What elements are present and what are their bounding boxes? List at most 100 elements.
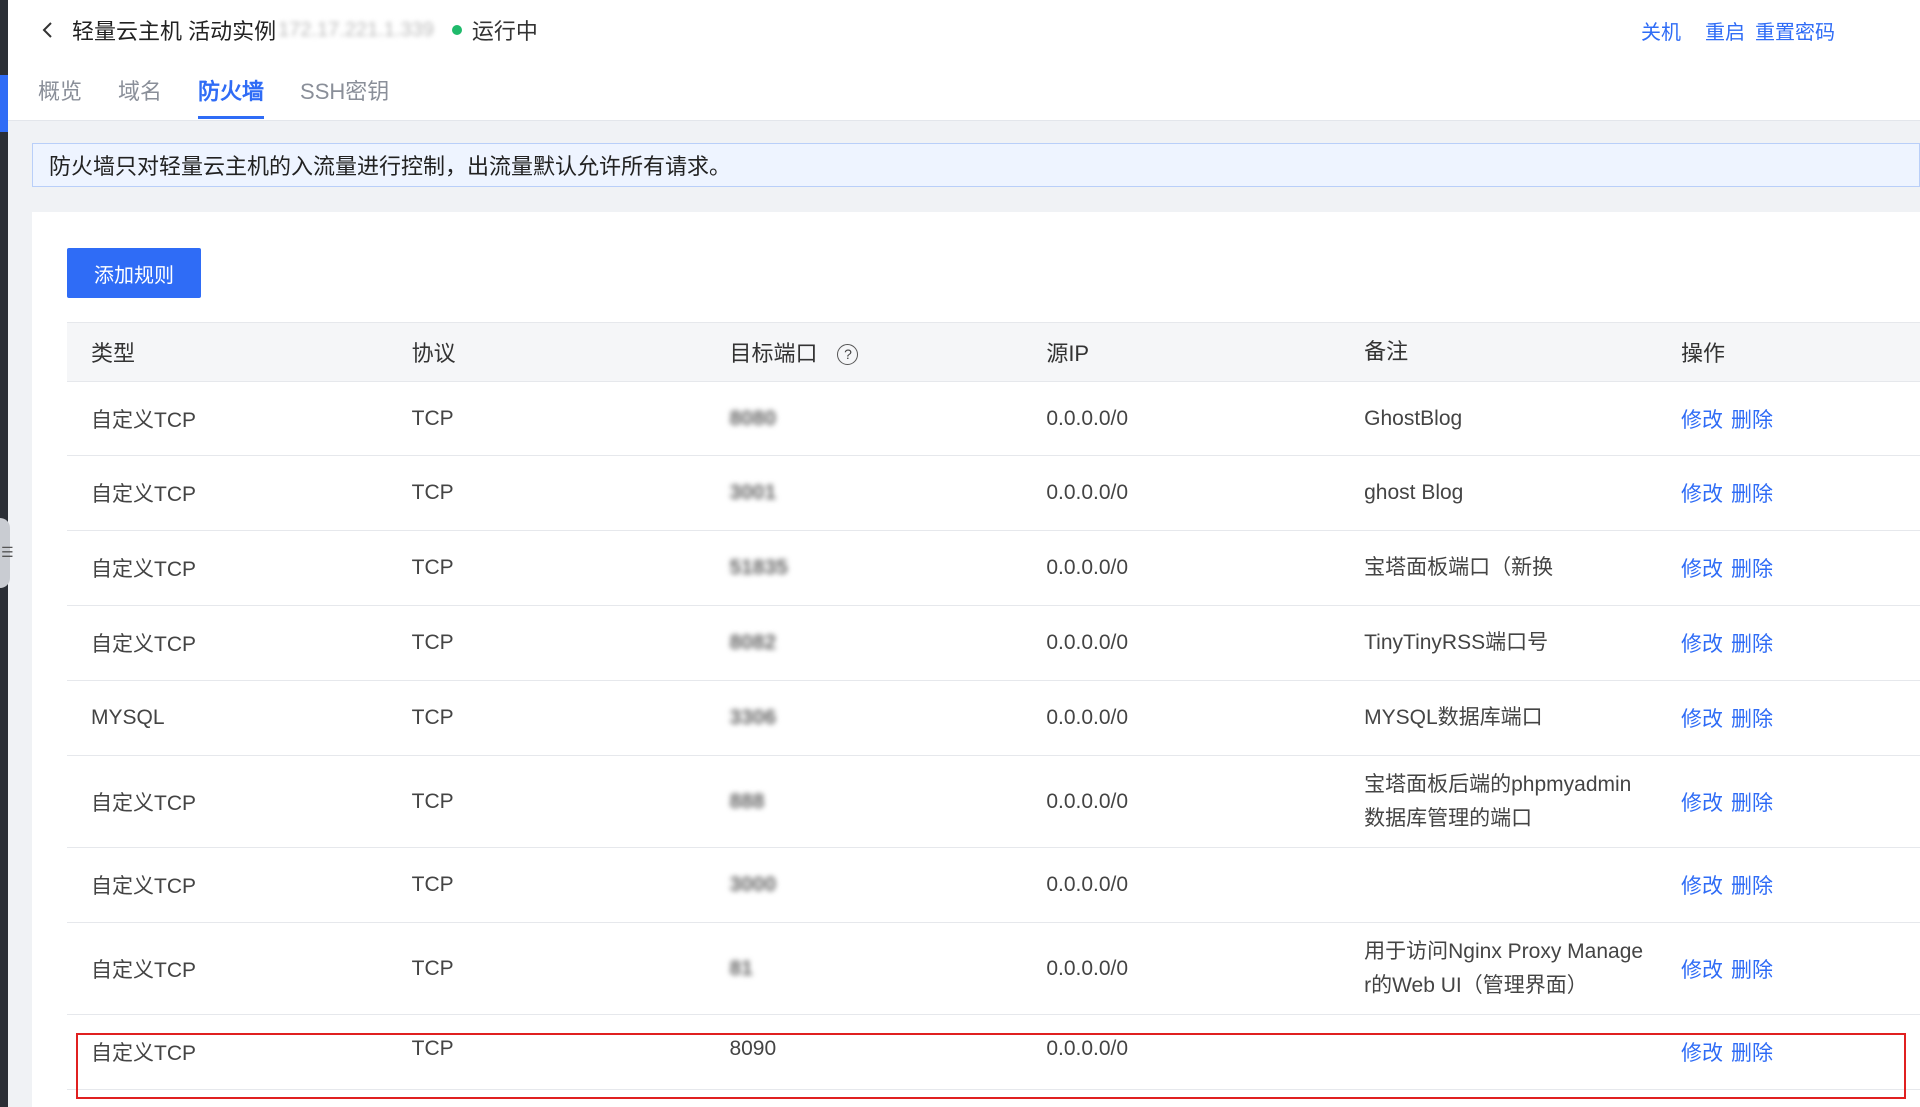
- cell-port: 3306: [705, 706, 1022, 730]
- cell-port: 3001: [705, 481, 1022, 505]
- delete-rule-button[interactable]: 删除: [1731, 558, 1773, 581]
- table-row: 自定义TCP TCP 888 0.0.0.0/0 宝塔面板后端的phpmyadmin 数据…: [67, 756, 1920, 848]
- cell-source: 0.0.0.0/0: [1046, 406, 1129, 430]
- cell-source: 0.0.0.0/0: [1046, 873, 1129, 896]
- table-row: 自定义TCP TCP 8080 0.0.0.0/0 GhostBlog 修改 删除: [67, 382, 1920, 456]
- table-row: 自定义TCP TCP 3001 0.0.0.0/0 ghost Blog 修改 删除: [67, 456, 1920, 531]
- edit-rule-button[interactable]: 修改: [1681, 708, 1723, 731]
- cell-actions: 修改 删除: [1657, 954, 1920, 984]
- cell-note: GhostBlog: [1340, 402, 1657, 436]
- delete-rule-button[interactable]: 删除: [1731, 875, 1773, 898]
- help-icon[interactable]: ?: [837, 344, 859, 365]
- status-text: 运行中: [471, 19, 538, 44]
- edit-rule-button[interactable]: 修改: [1681, 875, 1723, 898]
- cell-port: 8090: [705, 1037, 1022, 1061]
- sidebar-collapse-handle[interactable]: ☰: [0, 518, 14, 588]
- edit-rule-button[interactable]: 修改: [1681, 792, 1723, 815]
- cell-note: 宝塔面板后端的phpmyadmin 数据库管理的端口: [1340, 768, 1657, 836]
- cell-protocol: TCP: [411, 481, 454, 504]
- cell-port: 8080: [705, 407, 1022, 431]
- cell-type: 自定义TCP: [91, 558, 196, 581]
- cell-source: 0.0.0.0/0: [1046, 556, 1129, 579]
- cell-port: 888: [705, 790, 1022, 814]
- column-header-type: 类型: [91, 341, 136, 366]
- table-row: 自定义TCP TCP 8082 0.0.0.0/0 TinyTinyRSS端口号 修改 删除: [67, 606, 1920, 681]
- cell-protocol: TCP: [411, 1037, 454, 1060]
- cell-protocol: TCP: [411, 406, 454, 430]
- cell-type: 自定义TCP: [91, 633, 196, 656]
- delete-rule-button[interactable]: 删除: [1731, 708, 1773, 731]
- port-value: 3306: [729, 706, 777, 729]
- add-rule-button[interactable]: 添加规则: [67, 248, 201, 298]
- title-row: 轻量云主机 活动实例 172.17.221.1.339 运行中: [38, 14, 538, 46]
- cell-source: 0.0.0.0/0: [1046, 631, 1129, 654]
- reset-password-button[interactable]: 重置密码: [1755, 16, 1835, 45]
- tab-domain[interactable]: 域名: [118, 74, 162, 119]
- table-row: MYSQL TCP 3306 0.0.0.0/0 MYSQL数据库端口 修改 删除: [67, 681, 1920, 756]
- cell-port: 81: [705, 957, 1022, 981]
- firewall-rules-table: 类型 协议 目标端口? 源IP 备注 操作 自定义TCP TCP 8080 0.0.0…: [67, 322, 1920, 1090]
- note-line-1: ghost Blog: [1364, 481, 1464, 504]
- cell-actions: 修改 删除: [1657, 703, 1920, 733]
- note-line-1: MYSQL数据库端口: [1364, 706, 1543, 729]
- menu-icon: ☰: [1, 544, 14, 560]
- cell-source: 0.0.0.0/0: [1046, 1037, 1129, 1060]
- cell-source: 0.0.0.0/0: [1046, 789, 1129, 813]
- edit-rule-button[interactable]: 修改: [1681, 1042, 1723, 1065]
- firewall-notice: 防火墙只对轻量云主机的入流量进行控制，出流量默认允许所有请求。: [32, 143, 1920, 187]
- edit-rule-button[interactable]: 修改: [1681, 959, 1723, 982]
- table-row: 自定义TCP TCP 51835 0.0.0.0/0 宝塔面板端口（新换 修改 删除: [67, 531, 1920, 606]
- cell-type: 自定义TCP: [91, 875, 196, 898]
- shutdown-button[interactable]: 关机: [1641, 16, 1681, 45]
- cell-actions: 修改 删除: [1657, 1037, 1920, 1067]
- tab-overview[interactable]: 概览: [38, 74, 82, 119]
- port-value: 3000: [729, 873, 777, 896]
- cell-actions: 修改 删除: [1657, 628, 1920, 658]
- edit-rule-button[interactable]: 修改: [1681, 483, 1723, 506]
- tab-ssh-keys[interactable]: SSH密钥: [300, 74, 389, 119]
- cell-note: 用于访问Nginx Proxy Manage r的Web UI（管理界面）: [1340, 935, 1657, 1003]
- note-line-1: GhostBlog: [1364, 406, 1463, 430]
- cell-port: 51835: [705, 556, 1022, 580]
- note-line-1: 用于访问Nginx Proxy Manage: [1364, 939, 1644, 963]
- cell-type: 自定义TCP: [91, 408, 196, 432]
- column-header-port-label: 目标端口: [729, 341, 818, 366]
- note-line-1: 宝塔面板后端的phpmyadmin: [1364, 772, 1632, 796]
- edit-rule-button[interactable]: 修改: [1681, 558, 1723, 581]
- cell-actions: 修改 删除: [1657, 870, 1920, 900]
- delete-rule-button[interactable]: 删除: [1731, 1042, 1773, 1065]
- cell-port: 3000: [705, 873, 1022, 897]
- port-value: 8082: [729, 631, 777, 654]
- notice-text: 防火墙只对轻量云主机的入流量进行控制，出流量默认允许所有请求。: [49, 154, 732, 179]
- edit-rule-button[interactable]: 修改: [1681, 633, 1723, 656]
- cell-actions: 修改 删除: [1657, 787, 1920, 817]
- page-header: 轻量云主机 活动实例 172.17.221.1.339 运行中 关机 重启 重置…: [8, 0, 1920, 121]
- restart-button[interactable]: 重启: [1705, 16, 1745, 45]
- tab-bar: 概览 域名 防火墙 SSH密钥: [38, 74, 389, 119]
- column-header-actions: 操作: [1680, 341, 1725, 366]
- cell-type: 自定义TCP: [91, 791, 196, 815]
- note-line-1: 宝塔面板端口（新换: [1364, 556, 1554, 579]
- cell-port: 8082: [705, 631, 1022, 655]
- cell-protocol: TCP: [411, 631, 454, 654]
- tab-firewall[interactable]: 防火墙: [198, 74, 265, 119]
- cell-note: MYSQL数据库端口: [1340, 701, 1657, 735]
- delete-rule-button[interactable]: 删除: [1731, 792, 1773, 815]
- cell-note: TinyTinyRSS端口号: [1340, 626, 1657, 660]
- delete-rule-button[interactable]: 删除: [1731, 483, 1773, 506]
- back-arrow-icon[interactable]: [38, 20, 58, 40]
- delete-rule-button[interactable]: 删除: [1731, 959, 1773, 982]
- table-row: 自定义TCP TCP 3000 0.0.0.0/0 修改 删除: [67, 848, 1920, 923]
- cell-actions: 修改 删除: [1657, 553, 1920, 583]
- port-value: 81: [729, 956, 753, 980]
- cell-actions: 修改 删除: [1657, 404, 1920, 434]
- table-row: 自定义TCP TCP 8090 0.0.0.0/0 修改 删除: [67, 1015, 1920, 1090]
- port-value: 888: [729, 789, 765, 813]
- table-header: 类型 协议 目标端口? 源IP 备注 操作: [67, 323, 1920, 382]
- note-line-2: 数据库管理的端口: [1364, 806, 1533, 830]
- cell-actions: 修改 删除: [1657, 478, 1920, 508]
- delete-rule-button[interactable]: 删除: [1731, 409, 1773, 432]
- edit-rule-button[interactable]: 修改: [1681, 409, 1723, 432]
- delete-rule-button[interactable]: 删除: [1731, 633, 1773, 656]
- cell-source: 0.0.0.0/0: [1046, 481, 1129, 504]
